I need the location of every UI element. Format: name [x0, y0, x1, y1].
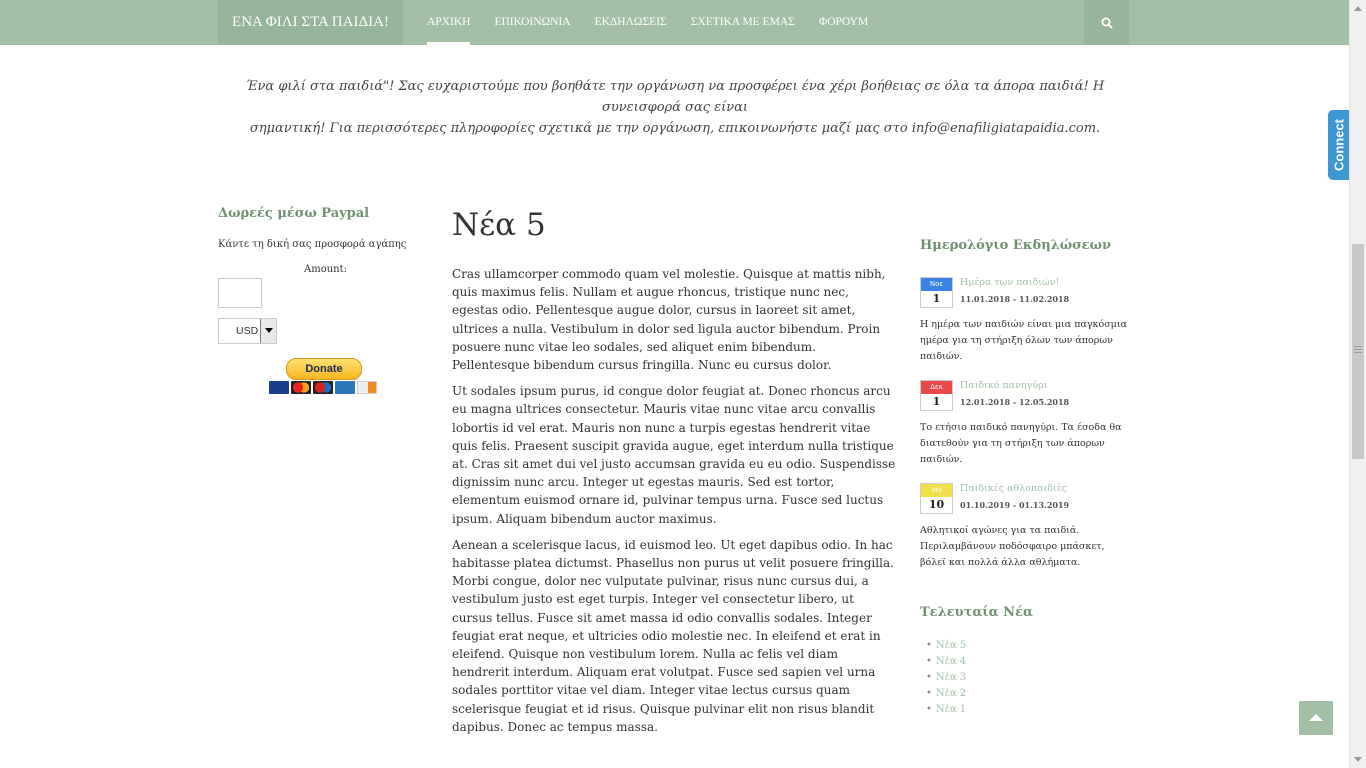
event-date-badge: Δεκ 1 — [920, 380, 953, 411]
event-item: Δεκ 1 Παιδικό πανηγύρι 12.01.2018 - 12.0… — [920, 380, 1130, 483]
event-day: 1 — [932, 395, 941, 408]
event-date-range: 12.01.2018 - 12.05.2018 — [960, 397, 1070, 407]
scroll-up-icon[interactable] — [1354, 6, 1362, 11]
event-description: Το ετήσιο παιδικό πανηγύρι. Τα έσοδα θα … — [920, 422, 1122, 465]
maestro-card-icon — [313, 381, 333, 394]
article-paragraph: Ut sodales ipsum purus, id congue dolor … — [452, 384, 896, 526]
article-paragraph: Cras ullamcorper commodo quam vel molest… — [452, 267, 886, 373]
nav-item-events[interactable]: ΕΚΔΗΛΩΣΕΙΣ — [583, 0, 679, 45]
news-link[interactable]: Νέα 2 — [926, 686, 966, 702]
donation-title: Δωρεές μέσω Paypal — [218, 206, 370, 221]
event-date-range: 11.01.2018 - 11.02.2018 — [960, 294, 1070, 304]
site-brand[interactable]: ΕΝΑ ΦΙΛΙ ΣΤΑ ΠΑΙΔΙΑ! — [218, 0, 403, 45]
connect-label: Connect — [1331, 119, 1346, 171]
event-description: Η ημέρα των παιδιών είναι μια παγκόσμια … — [920, 319, 1127, 362]
back-to-top-button[interactable] — [1299, 701, 1333, 735]
event-title-link[interactable]: Παιδικές αθλοπαιδιές — [960, 483, 1067, 494]
donate-button[interactable]: Donate — [286, 358, 362, 380]
article: Νέα 5 Cras ullamcorper commodo quam vel … — [452, 205, 897, 744]
intro-line-1: Ένα φιλί στα παιδιά"! Σας ευχαριστούμε π… — [245, 79, 1105, 115]
connect-tab[interactable]: Connect — [1328, 110, 1349, 180]
intro-message: Ένα φιλί στα παιδιά"! Σας ευχαριστούμε π… — [220, 76, 1130, 139]
payment-cards — [269, 381, 377, 394]
event-description: Αθλητικοί αγώνες για τα παιδιά. Περιλαμβ… — [920, 525, 1105, 568]
nav-item-contact[interactable]: ΕΠΙΚΟΙΝΩΝΙΑ — [482, 0, 582, 45]
article-paragraph: Aenean a scelerisque lacus, id euismod l… — [452, 537, 894, 734]
event-date-range: 01.10.2019 - 01.13.2019 — [960, 500, 1070, 510]
latest-news-title: Τελευταία Νέα — [920, 605, 1033, 620]
event-month: Νοε — [921, 278, 952, 291]
news-link[interactable]: Νέα 1 — [926, 702, 966, 718]
search-button[interactable] — [1084, 0, 1129, 45]
event-month: Δεκ — [921, 381, 952, 394]
discover-card-icon — [357, 381, 377, 394]
main-nav: ΑΡΧΙΚΗ ΕΠΙΚΟΙΝΩΝΙΑ ΕΚΔΗΛΩΣΕΙΣ ΣΧΕΤΙΚΑ ΜΕ… — [415, 0, 880, 45]
visa-card-icon — [269, 381, 289, 394]
donation-description: Κάντε τη δική σας προσφορά αγάπης — [218, 239, 407, 250]
page-scrollbar[interactable] — [1349, 0, 1366, 768]
amount-input[interactable] — [218, 278, 262, 308]
mastercard-icon — [291, 381, 311, 394]
donation-widget: Δωρεές μέσω Paypal Κάντε τη δική σας προ… — [218, 206, 428, 394]
event-date-badge: Ιαν 10 — [920, 483, 953, 514]
events-title: Ημερολόγιο Εκδηλώσεων — [920, 238, 1112, 253]
scrollbar-grip-icon — [1354, 346, 1362, 354]
events-calendar: Ημερολόγιο Εκδηλώσεων Νοε 1 Ημέρα των πα… — [920, 238, 1130, 586]
currency-value: USD — [236, 325, 259, 337]
news-link[interactable]: Νέα 5 — [926, 638, 966, 654]
currency-select[interactable]: USD — [218, 318, 277, 344]
intro-line-2: σημαντική! Για περισσότερες πληροφορίες … — [249, 121, 1101, 136]
event-title-link[interactable]: Παιδικό πανηγύρι — [960, 380, 1047, 391]
event-month: Ιαν — [921, 484, 952, 497]
event-title-link[interactable]: Ημέρα των παιδιών! — [960, 277, 1059, 288]
scroll-down-icon[interactable] — [1354, 757, 1362, 762]
news-link[interactable]: Νέα 4 — [926, 654, 966, 670]
amex-card-icon — [335, 381, 355, 394]
event-item: Ιαν 10 Παιδικές αθλοπαιδιές 01.10.2019 -… — [920, 483, 1130, 586]
event-day: 1 — [932, 292, 941, 305]
latest-news-list: Νέα 5 Νέα 4 Νέα 3 Νέα 2 Νέα 1 — [926, 638, 966, 718]
event-day: 10 — [928, 498, 945, 511]
nav-item-home[interactable]: ΑΡΧΙΚΗ — [415, 0, 482, 45]
event-date-badge: Νοε 1 — [920, 277, 953, 308]
news-link[interactable]: Νέα 3 — [926, 670, 966, 686]
article-title: Νέα 5 — [452, 207, 546, 243]
chevron-down-icon[interactable] — [260, 319, 276, 343]
nav-item-forum[interactable]: ΦΟΡΟΥΜ — [807, 0, 880, 45]
amount-label: Amount: — [304, 264, 347, 275]
top-navbar: ΕΝΑ ΦΙΛΙ ΣΤΑ ΠΑΙΔΙΑ! ΑΡΧΙΚΗ ΕΠΙΚΟΙΝΩΝΙΑ … — [0, 0, 1349, 45]
search-icon — [1101, 17, 1113, 29]
event-item: Νοε 1 Ημέρα των παιδιών! 11.01.2018 - 11… — [920, 277, 1130, 380]
nav-item-about[interactable]: ΣΧΕΤΙΚΑ ΜΕ ΕΜΑΣ — [679, 0, 807, 45]
